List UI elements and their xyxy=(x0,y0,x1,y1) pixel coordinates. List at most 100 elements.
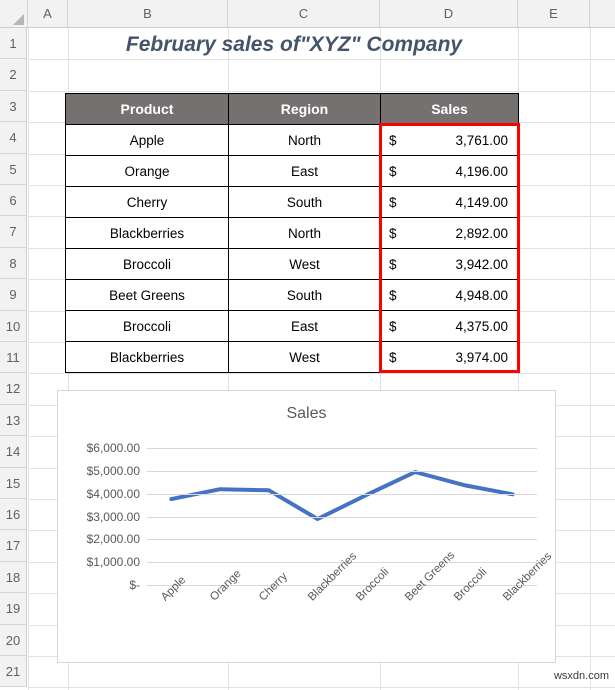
spreadsheet-canvas: 1 2 3 4 5 6 7 8 9 10 11 12 13 14 15 16 17 18 19 20 21 ABCDE … xyxy=(0,0,615,690)
chart-y-tick-label: $1,000.00 xyxy=(86,555,140,570)
sales-line-chart[interactable]: Sales $- $1,000.00 $2,000.00 $3,000.00 $4,00… xyxy=(57,390,556,663)
currency-symbol: $ xyxy=(389,349,397,365)
cell-product[interactable]: Cherry xyxy=(65,186,229,218)
row-header-20[interactable]: 20 xyxy=(0,624,27,656)
cell-region[interactable]: East xyxy=(228,310,381,342)
chart-y-tick-label: $3,000.00 xyxy=(86,509,140,524)
column-header-d[interactable]: D xyxy=(380,0,518,27)
currency-symbol: $ xyxy=(389,225,397,241)
cell-region[interactable]: West xyxy=(228,341,381,373)
cell-sales[interactable]: $2,892.00 xyxy=(380,217,519,249)
row-header-1[interactable]: 1 xyxy=(0,28,27,60)
table-row: Blackberries West $3,974.00 xyxy=(65,341,519,373)
cell-product[interactable]: Apple xyxy=(65,124,229,156)
column-header-a[interactable]: A xyxy=(28,0,68,27)
row-header-18[interactable]: 18 xyxy=(0,561,27,594)
sales-amount: $2,892.00 xyxy=(381,218,518,248)
sales-value: 3,761.00 xyxy=(455,132,508,148)
cell-product[interactable]: Beet Greens xyxy=(65,279,229,311)
row-header-3[interactable]: 3 xyxy=(0,90,27,123)
row-header-21[interactable]: 21 xyxy=(0,656,27,688)
table-row: Cherry South $4,149.00 xyxy=(65,186,519,218)
sales-value: 3,942.00 xyxy=(455,256,508,272)
sales-value: 3,974.00 xyxy=(455,349,508,365)
column-header-e[interactable]: E xyxy=(518,0,590,27)
sales-value: 4,948.00 xyxy=(455,287,508,303)
chart-gridline xyxy=(147,493,537,495)
column-header-sales[interactable]: Sales xyxy=(380,93,519,125)
table-row: Broccoli West $3,942.00 xyxy=(65,248,519,280)
cell-region[interactable]: North xyxy=(228,217,381,249)
row-header-4[interactable]: 4 xyxy=(0,122,27,154)
select-all-corner-button[interactable] xyxy=(0,0,28,27)
row-header-7[interactable]: 7 xyxy=(0,216,27,248)
table-row: Apple North $3,761.00 xyxy=(65,124,519,156)
row-header-14[interactable]: 14 xyxy=(0,436,27,468)
sales-amount: $3,761.00 xyxy=(381,125,518,155)
cell-sales[interactable]: $3,942.00 xyxy=(380,248,519,280)
cell-sales[interactable]: $4,149.00 xyxy=(380,186,519,218)
sales-amount: $4,196.00 xyxy=(381,156,518,186)
gridline-vertical xyxy=(590,28,591,690)
chart-y-tick-label: $5,000.00 xyxy=(86,463,140,478)
currency-symbol: $ xyxy=(389,163,397,179)
cell-product[interactable]: Broccoli xyxy=(65,310,229,342)
gridline-horizontal xyxy=(28,687,615,689)
currency-symbol: $ xyxy=(389,318,397,334)
row-header-16[interactable]: 16 xyxy=(0,499,27,531)
sales-amount: $4,948.00 xyxy=(381,280,518,310)
row-header-8[interactable]: 8 xyxy=(0,247,27,280)
cell-sales[interactable]: $4,375.00 xyxy=(380,310,519,342)
chart-y-tick-label: $2,000.00 xyxy=(86,532,140,547)
cell-sales[interactable]: $4,948.00 xyxy=(380,279,519,311)
row-header-13[interactable]: 13 xyxy=(0,404,27,437)
row-header-17[interactable]: 17 xyxy=(0,530,27,562)
cell-region[interactable]: South xyxy=(228,186,381,218)
row-header-15[interactable]: 15 xyxy=(0,467,27,499)
row-header-5[interactable]: 5 xyxy=(0,153,27,185)
chart-gridline xyxy=(147,448,537,449)
column-header-c[interactable]: C xyxy=(228,0,380,27)
chart-y-tick-label: $6,000.00 xyxy=(86,441,140,455)
cell-sales[interactable]: $3,761.00 xyxy=(380,124,519,156)
cell-product[interactable]: Blackberries xyxy=(65,341,229,373)
row-header-6[interactable]: 6 xyxy=(0,185,27,217)
row-header-11[interactable]: 11 xyxy=(0,342,27,374)
chart-y-tick-label: $- xyxy=(129,578,140,592)
sales-amount: $3,942.00 xyxy=(381,249,518,279)
cell-region[interactable]: West xyxy=(228,248,381,280)
cell-sales[interactable]: $3,974.00 xyxy=(380,341,519,373)
cell-product[interactable]: Orange xyxy=(65,155,229,187)
site-watermark: wsxdn.com xyxy=(553,670,609,682)
column-header-region[interactable]: Region xyxy=(228,93,381,125)
table-row: Blackberries North $2,892.00 xyxy=(65,217,519,249)
row-header-12[interactable]: 12 xyxy=(0,373,27,405)
table-row: Orange East $4,196.00 xyxy=(65,155,519,187)
cell-region[interactable]: South xyxy=(228,279,381,311)
column-header-product[interactable]: Product xyxy=(65,93,229,125)
row-header-19[interactable]: 19 xyxy=(0,593,27,625)
column-header-strip: ABCDE xyxy=(0,0,615,28)
gridline-horizontal xyxy=(28,373,615,375)
cell-region[interactable]: East xyxy=(228,155,381,187)
row-header-2[interactable]: 2 xyxy=(0,59,27,91)
row-header-9[interactable]: 9 xyxy=(0,279,27,311)
gridline-vertical xyxy=(28,28,29,690)
sales-amount: $3,974.00 xyxy=(381,342,518,372)
cell-sales[interactable]: $4,196.00 xyxy=(380,155,519,187)
cell-region[interactable]: North xyxy=(228,124,381,156)
chart-gridline xyxy=(147,516,537,518)
row-header-10[interactable]: 10 xyxy=(0,310,27,342)
column-header-b[interactable]: B xyxy=(68,0,228,27)
cell-product[interactable]: Blackberries xyxy=(65,217,229,249)
table-header-row: Product Region Sales xyxy=(65,93,519,125)
cell-product[interactable]: Broccoli xyxy=(65,248,229,280)
gridline-horizontal xyxy=(28,90,615,92)
worksheet-title: February sales of"XYZ" Company xyxy=(125,33,463,56)
chart-gridline xyxy=(147,539,537,541)
sales-amount: $4,375.00 xyxy=(381,311,518,341)
sales-amount: $4,149.00 xyxy=(381,187,518,217)
currency-symbol: $ xyxy=(389,132,397,148)
sales-value: 4,196.00 xyxy=(455,163,508,179)
sales-value: 2,892.00 xyxy=(455,225,508,241)
